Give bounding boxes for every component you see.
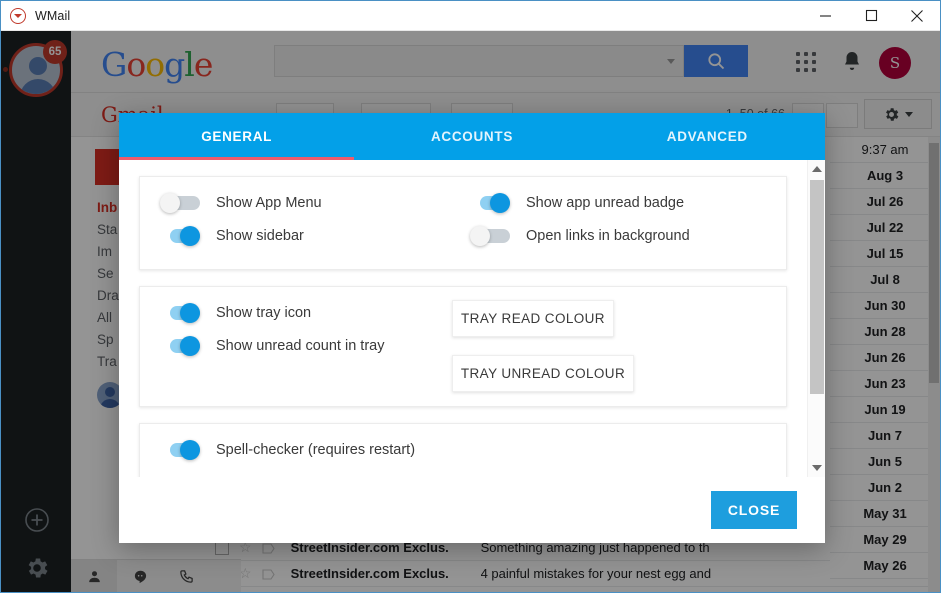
setting-label: Show tray icon <box>216 305 312 321</box>
settings-dialog: GENERAL ACCOUNTS ADVANCED SSnapFiles Sho… <box>119 113 825 543</box>
toggle-show-sidebar[interactable] <box>160 226 202 246</box>
setting-show-tray-icon[interactable]: Show tray icon <box>160 303 311 323</box>
window-controls <box>802 1 940 31</box>
tab-accounts[interactable]: ACCOUNTS <box>354 113 589 160</box>
settings-body: SSnapFiles Show App Menu Show sidebar Sh… <box>119 160 825 477</box>
toggle-show-tray-icon[interactable] <box>160 303 202 323</box>
wmail-window: WMail 65 Google S Inb Sta Im Se Dra All … <box>0 0 941 593</box>
tray-unread-colour-button[interactable]: TRAY UNREAD COLOUR <box>452 355 634 392</box>
setting-show-app-menu[interactable]: Show App Menu <box>160 193 322 213</box>
toggle-open-links-in-background[interactable] <box>470 226 512 246</box>
caret-up-icon[interactable] <box>808 160 825 178</box>
setting-label: Show unread count in tray <box>216 338 385 354</box>
minimize-icon[interactable] <box>802 1 848 31</box>
settings-card-tray: Show tray icon Show unread count in tray… <box>139 286 787 407</box>
settings-scrollbar[interactable] <box>807 160 825 477</box>
setting-label: Show sidebar <box>216 228 304 244</box>
setting-open-links-in-background[interactable]: Open links in background <box>470 226 690 246</box>
tray-read-colour-button[interactable]: TRAY READ COLOUR <box>452 300 614 337</box>
maximize-icon[interactable] <box>848 1 894 31</box>
settings-footer: CLOSE <box>119 477 825 543</box>
tab-general[interactable]: GENERAL <box>119 113 354 160</box>
setting-show-app-unread-badge[interactable]: Show app unread badge <box>470 193 684 213</box>
setting-show-sidebar[interactable]: Show sidebar <box>160 226 304 246</box>
window-titlebar: WMail <box>1 1 940 31</box>
settings-scroll-area: SSnapFiles Show App Menu Show sidebar Sh… <box>119 160 807 477</box>
settings-card-display: Show App Menu Show sidebar Show app unre… <box>139 176 787 270</box>
caret-down-icon[interactable] <box>808 459 825 477</box>
scrollbar-thumb[interactable] <box>810 180 824 394</box>
window-title: WMail <box>35 8 71 23</box>
tab-advanced[interactable]: ADVANCED <box>590 113 825 160</box>
toggle-show-app-unread-badge[interactable] <box>470 193 512 213</box>
toggle-spell-checker[interactable] <box>160 440 202 460</box>
setting-label: Show app unread badge <box>526 195 685 211</box>
toggle-show-app-menu[interactable] <box>160 193 202 213</box>
toggle-show-unread-count-in-tray[interactable] <box>160 336 202 356</box>
setting-label: Show App Menu <box>216 195 322 211</box>
setting-spell-checker[interactable]: Spell-checker (requires restart) <box>160 440 415 460</box>
setting-label: Open links in background <box>526 228 690 244</box>
wmail-envelope-icon <box>10 7 26 24</box>
setting-show-unread-count-in-tray[interactable]: Show unread count in tray <box>160 336 384 356</box>
settings-card-spellcheck: Spell-checker (requires restart) <box>139 423 787 477</box>
settings-tabs: GENERAL ACCOUNTS ADVANCED <box>119 113 825 160</box>
close-icon[interactable] <box>894 1 940 31</box>
close-button[interactable]: CLOSE <box>711 491 797 529</box>
setting-label: Spell-checker (requires restart) <box>216 442 416 458</box>
